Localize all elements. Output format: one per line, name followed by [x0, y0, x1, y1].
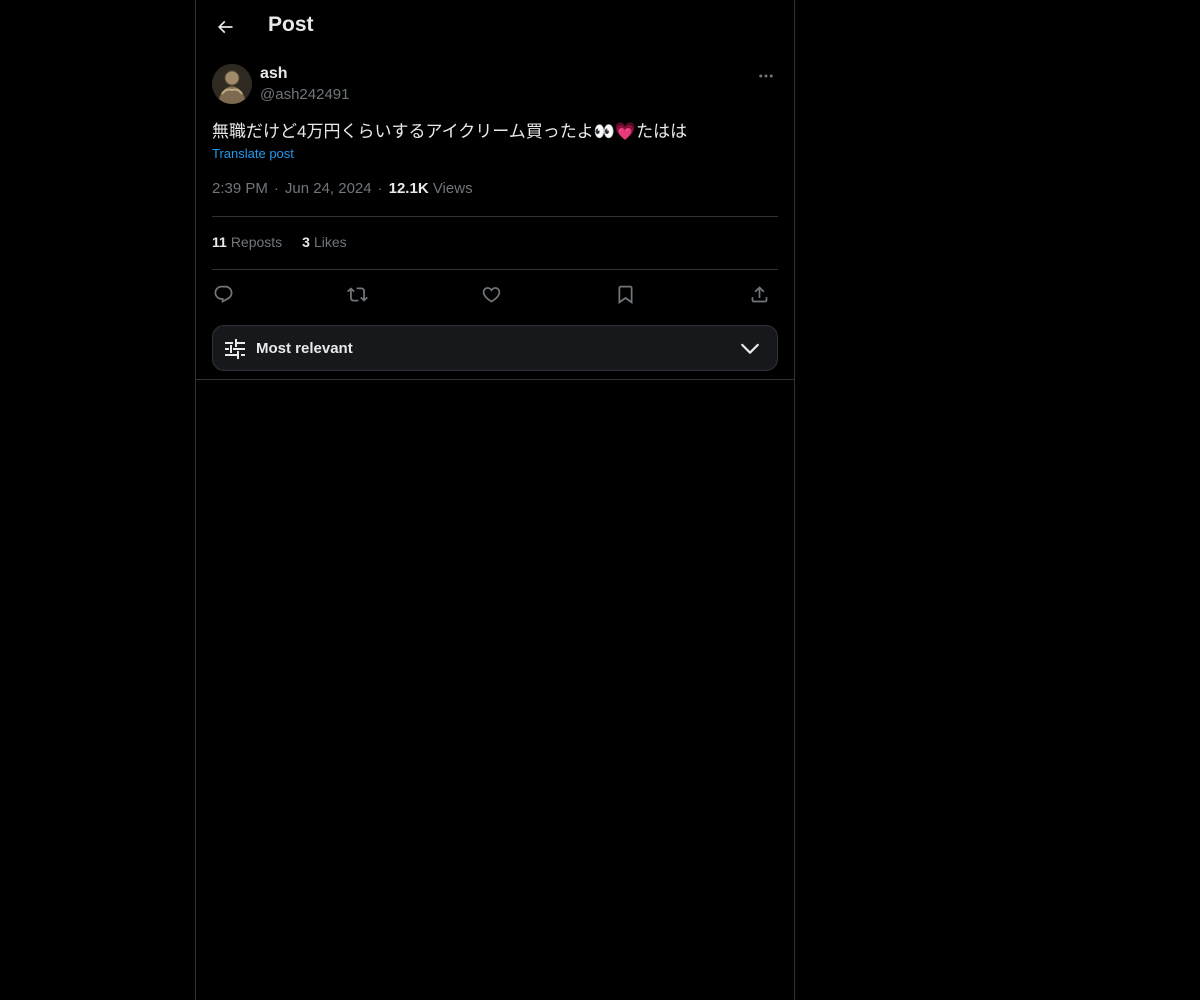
- post-text: 無職だけど4万円くらいするアイクリーム買ったよ👀💗たはは: [212, 122, 688, 141]
- reposts-label: Reposts: [230, 234, 283, 250]
- share-button[interactable]: [744, 280, 774, 308]
- more-icon: [759, 74, 773, 78]
- avatar-image: [212, 64, 252, 104]
- reposts-stat[interactable]: 11 Reposts: [212, 234, 282, 250]
- reply-icon: [214, 285, 232, 303]
- likes-stat[interactable]: 3 Likes: [302, 234, 346, 250]
- separator: ·: [273, 180, 279, 197]
- bookmark-button[interactable]: [610, 280, 640, 308]
- bookmark-icon: [618, 285, 632, 304]
- page-title: Post: [268, 13, 314, 36]
- likes-label: Likes: [313, 234, 347, 250]
- likes-count: 3: [302, 234, 310, 250]
- views-label: Views: [432, 180, 473, 197]
- post-author: ash @ash242491: [212, 64, 778, 108]
- back-button[interactable]: [208, 10, 242, 44]
- post-stats: 11 Reposts 3 Likes: [212, 234, 367, 250]
- more-options-button[interactable]: [754, 64, 778, 88]
- sliders-icon: [225, 339, 245, 359]
- author-handle[interactable]: @ash242491: [260, 86, 349, 103]
- author-display-name[interactable]: ash: [260, 65, 288, 83]
- post-meta: 2:39 PM · Jun 24, 2024 · 12.1K Views: [212, 180, 473, 197]
- translate-post-link[interactable]: Translate post: [212, 146, 294, 161]
- reposts-count: 11: [212, 234, 227, 250]
- arrow-left-icon: [217, 20, 233, 34]
- divider: [196, 379, 794, 380]
- share-icon: [751, 285, 767, 302]
- post-time[interactable]: 2:39 PM: [212, 180, 268, 197]
- divider: [212, 216, 778, 217]
- action-bar: [212, 280, 778, 308]
- reply-button[interactable]: [208, 280, 238, 308]
- repost-button[interactable]: [342, 280, 372, 308]
- separator: ·: [377, 180, 383, 197]
- post-date[interactable]: Jun 24, 2024: [285, 180, 372, 197]
- page-header: Post: [196, 0, 794, 54]
- sort-replies-dropdown[interactable]: Most relevant: [212, 325, 778, 371]
- like-icon: [482, 286, 500, 303]
- views-count: 12.1K: [388, 180, 429, 197]
- sort-label: Most relevant: [256, 340, 353, 357]
- like-button[interactable]: [476, 280, 506, 308]
- avatar[interactable]: [212, 64, 252, 104]
- chevron-down-icon: [741, 343, 759, 354]
- repost-icon: [346, 286, 368, 302]
- post-column: Post ash @ash242491 無職だけど4万円くらいするアイクリーム買…: [195, 0, 795, 1000]
- divider: [212, 269, 778, 270]
